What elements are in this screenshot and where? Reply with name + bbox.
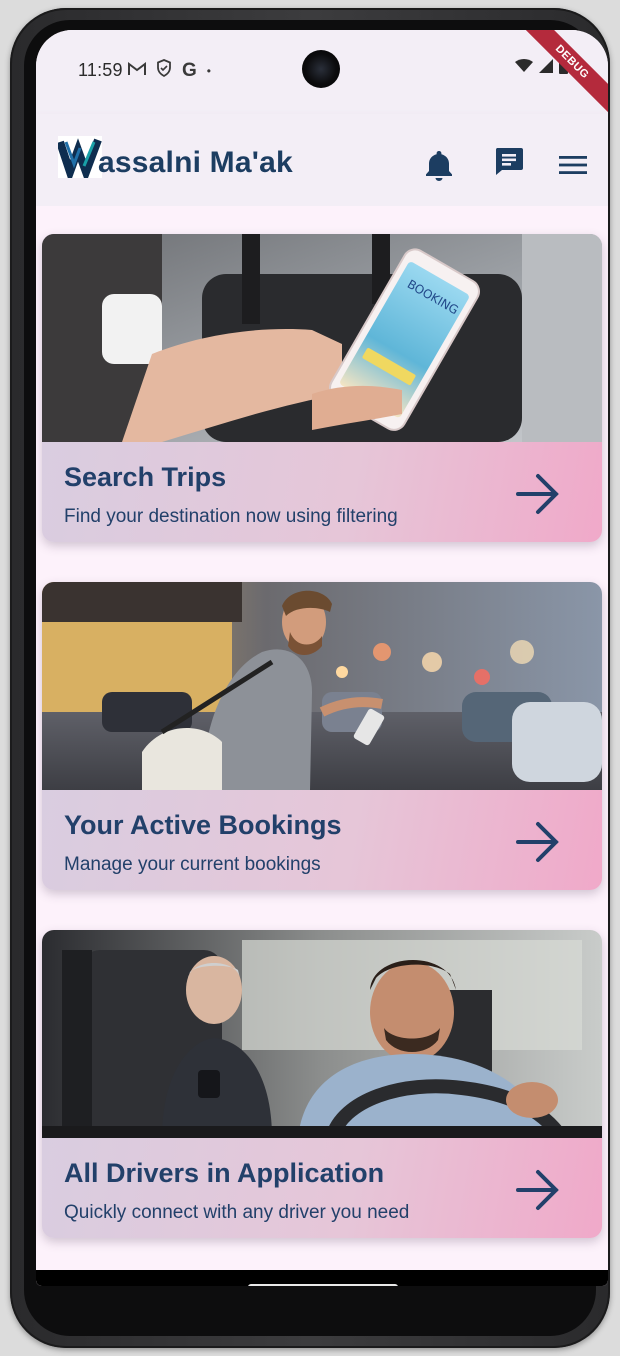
app-logo — [58, 136, 102, 178]
card-title: All Drivers in Application — [64, 1158, 385, 1188]
all-drivers-card[interactable]: All Drivers in Application Quickly conne… — [42, 930, 602, 1238]
logo-w-icon — [58, 138, 102, 178]
dot-icon: • — [206, 63, 211, 78]
home-content: BOOKING Search Trips Find your destinati… — [36, 206, 608, 1286]
notifications-button[interactable] — [422, 148, 456, 182]
card-subtitle: Manage your current bookings — [64, 854, 321, 875]
menu-button[interactable] — [556, 148, 590, 182]
app-screen: 11:59 G • DEBUG assalni Ma'ak BOOKING Se… — [36, 30, 608, 1286]
card-title: Search Trips — [64, 462, 227, 492]
search-trips-card[interactable]: BOOKING Search Trips Find your destinati… — [42, 234, 602, 542]
app-title: assalni Ma'ak — [98, 146, 293, 179]
arrow-right-icon[interactable] — [514, 472, 562, 516]
booking-phone-image: BOOKING — [42, 234, 602, 442]
signal-icon — [539, 59, 553, 78]
bell-icon — [426, 151, 452, 181]
status-time: 11:59 — [78, 60, 123, 80]
messages-button[interactable] — [492, 144, 526, 178]
app-bar: assalni Ma'ak — [36, 114, 608, 206]
gmail-icon — [128, 60, 146, 81]
card-subtitle: Quickly connect with any driver you need — [64, 1202, 410, 1223]
driver-in-car-image — [42, 930, 602, 1138]
status-notification-icons: G • — [128, 59, 211, 82]
arrow-right-icon[interactable] — [514, 1168, 562, 1212]
man-with-phone-street-image — [42, 582, 602, 790]
active-bookings-card[interactable]: Your Active Bookings Manage your current… — [42, 582, 602, 890]
active-bookings-card-body: Your Active Bookings Manage your current… — [42, 790, 602, 890]
chat-icon — [495, 148, 523, 175]
all-drivers-card-body: All Drivers in Application Quickly conne… — [42, 1138, 602, 1238]
system-navigation-bar — [36, 1270, 608, 1286]
wifi-icon — [515, 59, 533, 78]
google-icon: G — [182, 59, 197, 81]
search-trips-card-body: Search Trips Find your destination now u… — [42, 442, 602, 542]
home-gesture-handle[interactable] — [248, 1284, 398, 1286]
hamburger-menu-icon — [559, 156, 587, 174]
card-title: Your Active Bookings — [64, 810, 342, 840]
shield-icon — [156, 59, 172, 82]
arrow-right-icon[interactable] — [514, 820, 562, 864]
front-camera — [302, 50, 340, 88]
status-bar: 11:59 G • DEBUG — [36, 30, 608, 119]
card-subtitle: Find your destination now using filterin… — [64, 506, 398, 527]
